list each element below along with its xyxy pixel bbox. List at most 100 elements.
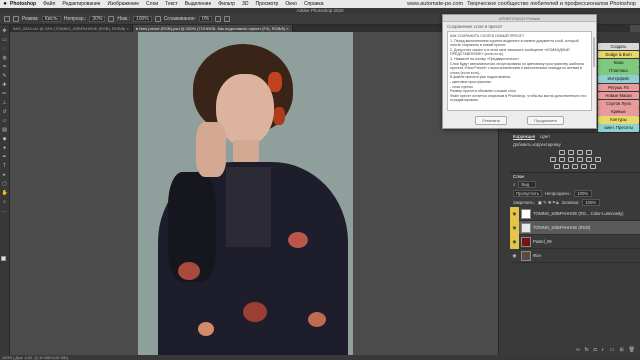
healing-brush-icon[interactable]: ✚ <box>2 82 8 88</box>
tab-img-0034[interactable]: IMG_0034.cr2 @ 34% (TONING_ИЗБРАННОЕ (RG… <box>10 25 133 32</box>
menu-help[interactable]: Справка <box>304 1 324 7</box>
blur-icon[interactable]: ◆ <box>2 136 8 142</box>
brightness-icon[interactable] <box>558 150 565 155</box>
adjustment-layer-icon[interactable]: ◐ <box>602 347 605 353</box>
exposure-icon[interactable] <box>585 150 592 155</box>
new-layer-icon[interactable]: ⊞ <box>619 347 623 353</box>
visibility-eye-icon[interactable]: ◉ <box>510 253 519 259</box>
dialog-scrollbar[interactable] <box>593 37 595 67</box>
home-icon[interactable] <box>4 16 10 22</box>
tab-new-preset[interactable]: ● New preset (RGB).psd @ 200% (ТОНИОБ: К… <box>132 25 293 32</box>
action-button[interactable]: Кожа <box>598 58 639 67</box>
menu-text[interactable]: Текст <box>165 1 178 7</box>
link-icon[interactable]: ∞ <box>576 347 580 353</box>
invert-icon[interactable] <box>554 164 560 169</box>
action-button[interactable]: Сортов Луна <box>598 99 639 108</box>
hue-saturation-icon[interactable] <box>558 157 565 162</box>
action-button[interactable]: Кривые <box>598 108 639 116</box>
posterize-icon[interactable] <box>563 164 569 169</box>
black-white-icon[interactable] <box>576 157 583 162</box>
portrait-photo[interactable] <box>138 32 353 355</box>
color-balance-icon[interactable] <box>567 157 574 162</box>
tab-color[interactable]: Цвет <box>540 134 550 140</box>
fill-input[interactable]: 100% <box>582 199 601 206</box>
layer-row[interactable]: ◉ Фон <box>510 249 640 263</box>
threshold-icon[interactable] <box>572 164 578 169</box>
cancel-button[interactable]: Отменить <box>474 116 508 125</box>
action-button[interactable]: смен. Пресеты <box>598 124 639 133</box>
gradient-icon[interactable]: ▤ <box>2 127 8 133</box>
action-button[interactable]: Пластика <box>598 67 639 75</box>
history-brush-icon[interactable]: ↺ <box>2 109 8 115</box>
tab-adjustments[interactable]: Коррекция <box>513 134 536 140</box>
layer-row[interactable]: ◉ TONING_ИЗБРАННОЕ (RGB) <box>510 220 640 235</box>
menu-layers[interactable]: Слои <box>146 1 158 7</box>
tab-layers[interactable]: Слои <box>510 173 640 180</box>
foreground-color-swatch[interactable] <box>1 256 6 261</box>
curves-icon[interactable] <box>576 150 583 155</box>
menu-filter[interactable]: Фильтр <box>218 1 235 7</box>
eraser-icon[interactable]: ▱ <box>2 118 8 124</box>
visibility-eye-icon[interactable]: ◉ <box>510 234 519 249</box>
continue-button[interactable]: Продолжить <box>527 116 565 125</box>
action-button[interactable]: Ретушь FS <box>598 83 639 92</box>
gradient-map-icon[interactable] <box>581 164 587 169</box>
airbrush-icon[interactable] <box>154 16 161 22</box>
pen-icon[interactable]: ✒ <box>2 154 8 160</box>
marquee-tool-icon[interactable]: ▭ <box>2 37 8 43</box>
trash-icon[interactable]: 🗑︎ <box>629 347 635 353</box>
shape-icon[interactable]: ▢ <box>2 181 8 187</box>
path-select-icon[interactable]: ▸ <box>2 172 8 178</box>
mode-select[interactable]: Кисть <box>41 16 61 22</box>
visibility-eye-icon[interactable]: ◉ <box>510 206 519 221</box>
layer-opacity-input[interactable]: 100% <box>574 190 593 197</box>
dodge-icon[interactable]: ● <box>2 145 8 151</box>
menu-view[interactable]: Просмотр <box>255 1 278 7</box>
opacity-input[interactable]: 30% <box>89 16 106 22</box>
layer-kind-filter[interactable]: Вид <box>518 181 537 188</box>
menu-window[interactable]: Окно <box>285 1 297 7</box>
lock-icon[interactable]: ▣ ✎ ✥ ⌗ 🔒︎ <box>538 200 559 206</box>
lasso-tool-icon[interactable]: ◌ <box>2 46 8 52</box>
layer-row[interactable]: ◉ Pastel_09 <box>510 234 640 249</box>
vibrance-icon[interactable] <box>549 157 556 162</box>
crop-tool-icon[interactable]: ⌗ <box>2 64 8 70</box>
clone-stamp-icon[interactable]: ⊥ <box>2 100 8 106</box>
zoom-icon[interactable]: ⌕ <box>2 199 8 205</box>
visibility-eye-icon[interactable]: ◉ <box>510 220 519 235</box>
layer-row[interactable]: ◉ TONING_ИЗБРАННОЕ (RG....Color-Luminosi… <box>510 206 640 221</box>
mask-icon[interactable]: ◘ <box>594 347 597 353</box>
action-button[interactable]: Новые Маски <box>598 91 639 100</box>
pressure-input[interactable]: 100% <box>132 16 152 22</box>
fx-icon[interactable]: fx <box>585 347 589 353</box>
action-button[interactable]: Интерфейс <box>598 75 639 83</box>
menu-select[interactable]: Выделение <box>185 1 212 7</box>
action-button[interactable]: Контуры <box>598 116 639 124</box>
group-icon[interactable]: ▭ <box>610 347 615 353</box>
gear-icon[interactable] <box>215 16 222 22</box>
canvas-area[interactable] <box>10 32 498 355</box>
type-icon[interactable]: T <box>2 163 8 169</box>
menu-edit[interactable]: Редактирование <box>62 1 100 7</box>
brush-tool-icon[interactable] <box>13 16 19 22</box>
action-button[interactable]: Dodge & Burn <box>598 50 639 59</box>
symmetry-icon[interactable] <box>224 16 231 22</box>
photo-filter-icon[interactable] <box>585 157 592 162</box>
menu-3d[interactable]: 3D <box>242 1 248 7</box>
action-button[interactable]: Создать <box>598 42 639 51</box>
quick-select-icon[interactable]: ◍ <box>2 55 8 61</box>
hand-icon[interactable]: ✋ <box>2 190 8 196</box>
channel-mixer-icon[interactable] <box>594 157 601 162</box>
more-tools-icon[interactable]: … <box>2 208 8 214</box>
smoothing-input[interactable]: 0% <box>198 16 213 22</box>
menu-file[interactable]: Файл <box>43 1 55 7</box>
eyedropper-icon[interactable]: ✎ <box>2 73 8 79</box>
brush-icon[interactable]: ✏ <box>2 91 8 97</box>
blend-mode-select[interactable]: Пропустить <box>513 190 543 197</box>
app-menu[interactable]: Photoshop <box>10 1 36 7</box>
pressure-opacity-icon[interactable] <box>108 16 115 22</box>
levels-icon[interactable] <box>567 150 574 155</box>
move-tool-icon[interactable]: ✥ <box>2 28 8 34</box>
menu-image[interactable]: Изображение <box>108 1 140 7</box>
selective-color-icon[interactable] <box>590 164 596 169</box>
